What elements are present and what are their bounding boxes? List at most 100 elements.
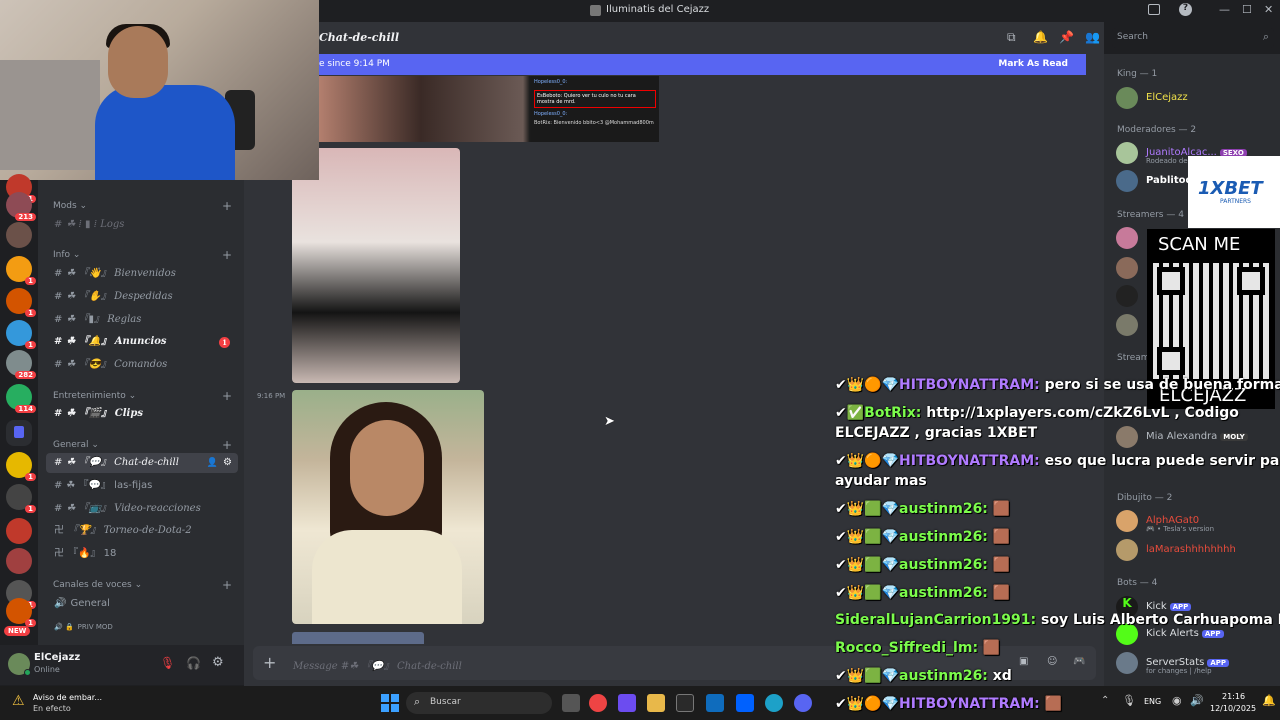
- maximize-button[interactable]: ☐: [1242, 3, 1252, 16]
- add-channel-icon[interactable]: +: [222, 578, 232, 592]
- channel-torneo-de-dota-2[interactable]: 卍『🏆』 Torneo-de-Dota-2: [46, 521, 238, 541]
- network-icon[interactable]: ◉: [1172, 694, 1182, 707]
- tray-expand-icon[interactable]: ⌃: [1101, 695, 1109, 706]
- edge-icon[interactable]: [765, 694, 783, 712]
- message-image-attachment[interactable]: [292, 390, 484, 624]
- outlook-icon[interactable]: [706, 694, 724, 712]
- folder-icon[interactable]: [6, 420, 32, 446]
- server-badge: 213: [15, 213, 36, 221]
- category-info[interactable]: Info ⌄: [53, 250, 80, 260]
- channel-bienvenidos[interactable]: # ☘ 『👋』 Bienvenidos: [46, 264, 238, 284]
- channel-18[interactable]: 卍『🔥』 18: [46, 544, 238, 564]
- discord-icon[interactable]: [794, 694, 812, 712]
- gif-icon[interactable]: ▣: [1019, 656, 1028, 667]
- channel-despedidas[interactable]: # ☘ 『✋』 Despedidas: [46, 287, 238, 307]
- embed-screenshot: Hopeless0_0: EsBeboto: Quiero ver tu cul…: [531, 76, 659, 142]
- username: ElCejazz: [34, 652, 81, 663]
- server-icon[interactable]: [6, 548, 32, 574]
- role-tag: MOLY: [1220, 433, 1248, 441]
- chrome-icon[interactable]: [589, 694, 607, 712]
- notifications-bell-icon[interactable]: 🔔: [1262, 694, 1276, 707]
- copilot-icon[interactable]: [618, 694, 636, 712]
- server-badge: 1: [25, 505, 36, 513]
- avatar: [1116, 227, 1138, 249]
- notification-title[interactable]: Aviso de embar...: [33, 693, 102, 702]
- channel-comandos[interactable]: # ☘ 『😎』 Comandos: [46, 355, 238, 375]
- minimize-button[interactable]: —: [1219, 3, 1230, 16]
- store-icon[interactable]: [676, 694, 694, 712]
- server-icon[interactable]: 114: [6, 384, 36, 413]
- category-general[interactable]: General ⌄: [53, 440, 99, 450]
- emoji-icon[interactable]: ☺: [1047, 656, 1057, 667]
- category-mods[interactable]: Mods ⌄: [53, 201, 87, 211]
- add-channel-icon[interactable]: +: [222, 199, 232, 213]
- channel-anuncios[interactable]: # ☘ 『🔔』 Anuncios 1: [46, 332, 238, 352]
- avatar: [1116, 142, 1138, 164]
- server-icon[interactable]: 213: [6, 192, 36, 221]
- member-group-bots: Bots — 4: [1117, 578, 1158, 588]
- add-channel-icon[interactable]: +: [222, 389, 232, 403]
- member-group-streamers: Streamers — 4: [1117, 210, 1184, 220]
- headphones-icon[interactable]: 🎧: [186, 656, 201, 670]
- channel-las-fijas[interactable]: # ☘ 『💬』 las-fijas: [46, 476, 238, 496]
- channel-chat-de-chill[interactable]: # ☘ 『💬』 Chat-de-chill ⚙ 👤: [46, 453, 238, 473]
- server-icon[interactable]: [6, 222, 32, 248]
- webcam-overlay: [0, 0, 319, 180]
- help-icon[interactable]: ?: [1179, 3, 1192, 16]
- server-icon[interactable]: 1: [6, 598, 36, 627]
- user-settings-gear-icon[interactable]: ⚙: [212, 655, 224, 670]
- threads-icon[interactable]: ⧉: [1007, 30, 1016, 45]
- channel-reglas[interactable]: # ☘ 『▮』 Reglas: [46, 310, 238, 330]
- server-icon[interactable]: 282: [6, 350, 36, 379]
- volume-icon[interactable]: 🔊: [1190, 694, 1204, 707]
- settings-gear-icon[interactable]: ⚙: [223, 453, 232, 473]
- pin-icon[interactable]: 📌: [1059, 30, 1074, 44]
- overlay-chat-line: ✔👑🟩💎austinm26: xd: [835, 668, 1012, 684]
- close-button[interactable]: ✕: [1264, 3, 1273, 16]
- search-icon: ⌕: [414, 695, 421, 708]
- voice-channel-general[interactable]: 🔊 General: [46, 594, 238, 614]
- message-image-attachment[interactable]: [292, 148, 460, 383]
- server-icon[interactable]: 1: [6, 484, 36, 513]
- activities-icon[interactable]: 🎮: [1073, 656, 1085, 667]
- voice-channel-priv-mod[interactable]: 🔊 🔒 PRIV MOD: [46, 617, 238, 637]
- add-channel-icon[interactable]: +: [222, 248, 232, 262]
- mark-as-read-button[interactable]: Mark As Read: [998, 59, 1068, 69]
- message-input[interactable]: Message #☘ 『💬』 Chat-de-chill: [293, 657, 462, 672]
- category-voice[interactable]: Canales de voces ⌄: [53, 580, 142, 590]
- add-attachment-icon[interactable]: +: [263, 653, 276, 672]
- server-icon[interactable]: 1: [6, 256, 36, 285]
- members-icon[interactable]: 👥: [1085, 30, 1100, 44]
- taskbar-search[interactable]: ⌕ Buscar: [406, 692, 552, 714]
- server-icon[interactable]: 1: [6, 288, 36, 317]
- channel-video-reacciones[interactable]: # ☘ 『📺』 Video-reacciones: [46, 499, 238, 519]
- category-entretenimiento[interactable]: Entretenimiento ⌄: [53, 391, 136, 401]
- embed-line: BotRix: Bienvenido bbito<3 @Mohammad800m: [534, 120, 654, 126]
- invite-icon[interactable]: 👤: [207, 453, 218, 473]
- user-panel: ElCejazz Online 🎙 🎧 ⚙: [0, 645, 244, 685]
- clock-time[interactable]: 21:16: [1222, 692, 1245, 701]
- bell-icon[interactable]: 🔔: [1033, 30, 1048, 44]
- new-messages-bar[interactable]: e since 9:14 PM Mark As Read: [319, 54, 1086, 75]
- file-explorer-icon[interactable]: [647, 694, 665, 712]
- server-icon[interactable]: 1: [6, 320, 36, 349]
- search-input[interactable]: Search ⌕: [1112, 28, 1274, 48]
- mic-muted-icon[interactable]: 🎙: [160, 656, 175, 670]
- add-channel-icon[interactable]: +: [222, 438, 232, 452]
- message-image-attachment[interactable]: Hopeless0_0: EsBeboto: Quiero ver tu cul…: [319, 76, 659, 142]
- inbox-icon[interactable]: [1148, 4, 1160, 15]
- task-view-icon[interactable]: [562, 694, 580, 712]
- server-icon[interactable]: [6, 518, 32, 544]
- channel-logs[interactable]: # ☘ ⁞ ▮ ⁞ Logs: [46, 215, 238, 235]
- windows-start-icon[interactable]: [381, 694, 399, 712]
- language-indicator[interactable]: ENG: [1144, 697, 1161, 706]
- server-icon[interactable]: 1: [6, 452, 36, 481]
- clock-date[interactable]: 12/10/2025: [1210, 704, 1256, 713]
- dropbox-icon[interactable]: [736, 694, 754, 712]
- taskbar-search-placeholder: Buscar: [430, 697, 461, 707]
- sponsor-brand: 1XBET: [1198, 178, 1263, 199]
- mic-icon[interactable]: 🎙: [1122, 694, 1136, 707]
- channel-clips[interactable]: # ☘ 『🎬』 Clips: [46, 404, 238, 424]
- message-image-attachment[interactable]: [292, 632, 424, 644]
- search-icon: ⌕: [1262, 30, 1269, 43]
